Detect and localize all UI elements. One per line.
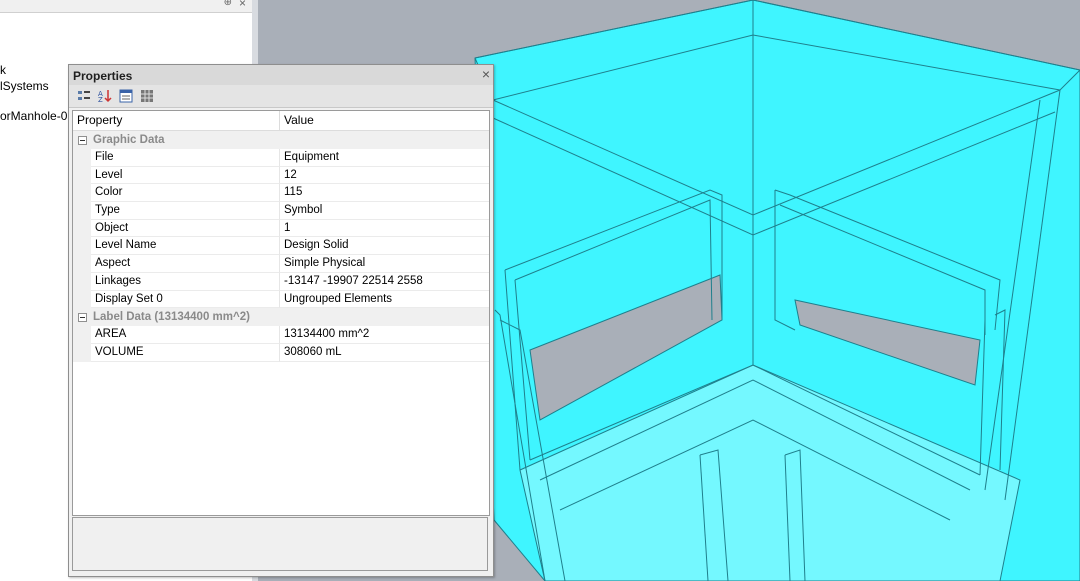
property-name: Type — [91, 202, 280, 220]
property-value[interactable]: 1 — [280, 220, 489, 238]
property-row[interactable]: VOLUME 308060 mL — [73, 343, 489, 362]
property-row[interactable]: File Equipment — [73, 149, 489, 167]
property-row[interactable]: Linkages -13147 -19907 22514 2558 — [73, 272, 489, 291]
property-name: Aspect — [91, 255, 280, 273]
grid-header: Property Value — [73, 111, 489, 131]
property-name: Linkages — [91, 272, 280, 291]
property-name: Color — [91, 184, 280, 203]
property-name: Object — [91, 219, 280, 238]
categorized-icon[interactable] — [75, 87, 93, 105]
property-value[interactable]: 13134400 mm^2 — [280, 326, 489, 344]
property-value[interactable]: Design Solid — [280, 237, 489, 256]
alphabetical-sort-icon[interactable]: AZ — [96, 87, 114, 105]
category-row[interactable]: Label Data (13134400 mm^2) — [73, 308, 489, 327]
property-name: AREA — [91, 326, 280, 344]
properties-toolbar: AZ — [69, 85, 493, 108]
property-value[interactable]: Simple Physical — [280, 255, 489, 273]
property-value[interactable]: 308060 mL — [280, 344, 489, 362]
property-name: File — [91, 149, 280, 167]
svg-text:Z: Z — [98, 96, 103, 103]
property-row[interactable]: Level 12 — [73, 166, 489, 185]
collapse-icon[interactable] — [78, 312, 87, 322]
tree-item-fragment[interactable]: lSystems — [0, 79, 49, 93]
property-row[interactable]: Display Set 0 Ungrouped Elements — [73, 290, 489, 309]
property-value[interactable]: Ungrouped Elements — [280, 291, 489, 309]
tree-item-fragment[interactable]: orManhole-01 — [0, 109, 74, 123]
property-value[interactable]: Equipment — [280, 149, 489, 167]
property-grid: Property Value Graphic Data File Equipmen… — [72, 110, 490, 516]
property-name: VOLUME — [91, 343, 280, 362]
property-row[interactable]: Aspect Simple Physical — [73, 255, 489, 273]
property-row[interactable]: AREA 13134400 mm^2 — [73, 326, 489, 344]
pin-icon[interactable]: ⊕ — [224, 0, 232, 8]
close-icon[interactable]: × — [482, 66, 490, 82]
property-row[interactable]: Object 1 — [73, 219, 489, 238]
explorer-header: ⊕ × — [0, 0, 252, 13]
property-row[interactable]: Color 115 — [73, 184, 489, 203]
property-value[interactable]: Symbol — [280, 202, 489, 220]
property-row[interactable]: Level Name Design Solid — [73, 237, 489, 256]
properties-window: Properties × AZ Property Value Graphic D… — [68, 64, 494, 577]
grid-view-icon[interactable] — [138, 87, 156, 105]
property-value[interactable]: 12 — [280, 167, 489, 185]
property-value[interactable]: -13147 -19907 22514 2558 — [280, 273, 489, 291]
column-header-value[interactable]: Value — [280, 111, 489, 130]
property-name: Level — [91, 166, 280, 185]
collapse-icon[interactable] — [78, 135, 87, 145]
category-label: Graphic Data — [93, 134, 165, 146]
property-value[interactable]: 115 — [280, 184, 489, 203]
close-icon[interactable]: × — [239, 0, 246, 10]
property-name: Level Name — [91, 237, 280, 256]
category-row[interactable]: Graphic Data — [73, 131, 489, 149]
property-name: Display Set 0 — [91, 290, 280, 309]
property-pages-icon[interactable] — [117, 87, 135, 105]
property-row[interactable]: Type Symbol — [73, 202, 489, 220]
category-label: Label Data (13134400 mm^2) — [93, 311, 250, 324]
window-title: Properties — [73, 69, 133, 83]
properties-titlebar[interactable]: Properties × — [69, 65, 493, 85]
column-header-property[interactable]: Property — [73, 111, 280, 130]
description-pane — [72, 517, 488, 571]
tree-item-fragment[interactable]: k — [0, 63, 6, 77]
